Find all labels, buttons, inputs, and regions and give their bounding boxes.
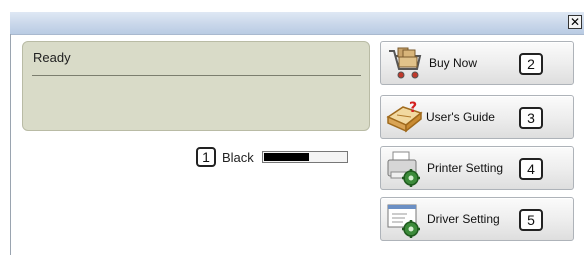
callout-number-badge: 2 (519, 53, 543, 75)
printer-gear-icon (385, 150, 425, 188)
toner-level-indicator: 1 Black (196, 146, 348, 168)
printer-setting-button[interactable]: Printer Setting 4 (380, 146, 574, 190)
help-book-icon: ? (385, 99, 425, 137)
callout-number-badge: 3 (519, 107, 543, 129)
status-text: Ready (33, 50, 71, 65)
status-panel: Ready (22, 41, 370, 131)
toner-level-bar (261, 151, 348, 163)
shopping-cart-icon (385, 45, 425, 83)
close-icon[interactable]: ✕ (568, 15, 582, 29)
buy-now-button[interactable]: Buy Now 2 (380, 41, 574, 85)
callout-number-badge: 1 (196, 147, 216, 167)
toner-color-label: Black (222, 149, 254, 165)
callout-number-badge: 5 (519, 209, 543, 231)
toner-level-fill (263, 153, 309, 161)
printer-status-window: ✕ Ready 1 Black Buy Now 2 ? User's Guide… (0, 0, 584, 255)
users-guide-button[interactable]: ? User's Guide 3 (380, 95, 574, 139)
users-guide-label: User's Guide (426, 110, 495, 124)
window-border (10, 34, 11, 255)
driver-gear-icon (385, 201, 425, 239)
svg-text:?: ? (409, 100, 417, 116)
driver-setting-label: Driver Setting (427, 212, 500, 226)
driver-setting-button[interactable]: Driver Setting 5 (380, 197, 574, 241)
printer-setting-label: Printer Setting (427, 161, 504, 175)
callout-number-badge: 4 (519, 158, 543, 180)
buy-now-label: Buy Now (429, 56, 478, 70)
title-bar: ✕ (10, 12, 584, 35)
status-divider (32, 75, 361, 76)
